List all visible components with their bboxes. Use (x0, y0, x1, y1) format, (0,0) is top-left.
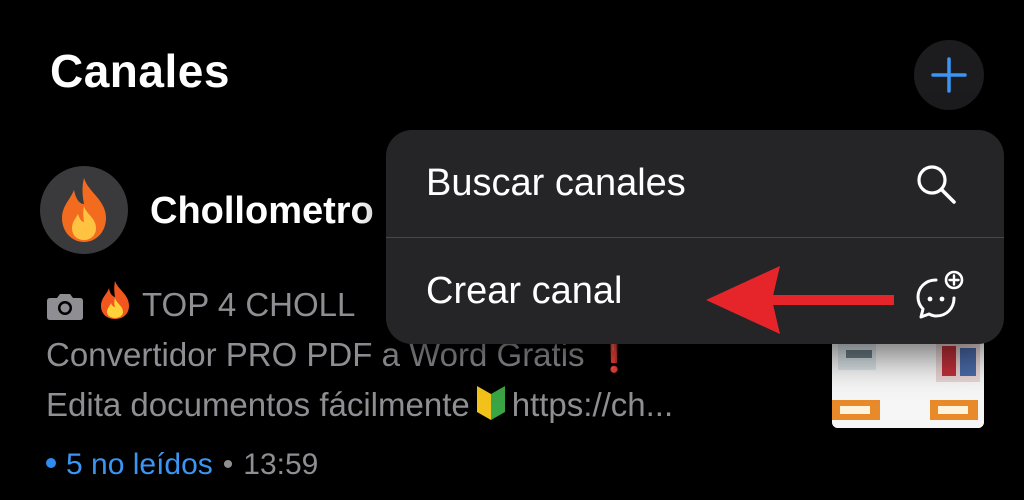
avatar[interactable] (40, 166, 128, 254)
preview-line-3-start: Edita documentos fácilmente (46, 386, 470, 423)
preview-line-1-text: TOP 4 CHOLL (142, 286, 356, 323)
menu-item-create-channel[interactable]: Crear canal (386, 238, 1004, 345)
page-title: Canales (50, 45, 230, 97)
fire-emoji-icon (101, 281, 129, 319)
add-channel-button[interactable] (914, 40, 984, 110)
unread-count: 5 no leídos (66, 448, 213, 481)
message-thumbnail[interactable] (832, 336, 984, 428)
unread-dot (46, 458, 56, 468)
preview-line-3-end: https://ch... (511, 386, 674, 423)
menu-item-search-channels[interactable]: Buscar canales (386, 130, 1004, 238)
beginner-symbol-icon (476, 386, 505, 420)
meta-separator: • (222, 448, 234, 481)
camera-icon (47, 294, 83, 320)
preview-line-3: Edita documentos fácilmente https://ch..… (46, 380, 816, 430)
message-time: 13:59 (243, 448, 319, 481)
flame-icon (62, 178, 106, 242)
channel-options-menu: Buscar canales Crear canal (386, 130, 1004, 344)
red-arrow-annotation (706, 266, 894, 334)
channel-name: Chollometro (150, 190, 374, 232)
create-channel-icon (916, 270, 964, 319)
channel-meta: 5 no leídos • 13:59 (46, 448, 318, 482)
plus-icon (931, 57, 967, 93)
search-icon (917, 165, 956, 204)
menu-item-label: Crear canal (426, 270, 623, 312)
thumbnail-image (832, 336, 984, 428)
menu-item-label: Buscar canales (426, 162, 686, 204)
